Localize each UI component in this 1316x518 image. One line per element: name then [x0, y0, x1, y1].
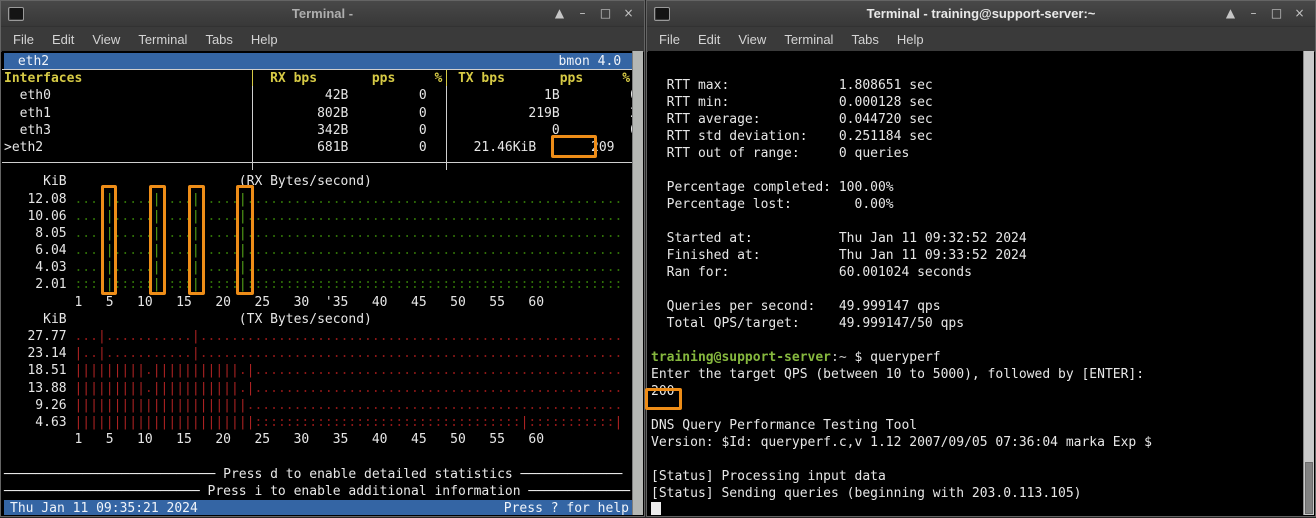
menu-item-terminal[interactable]: Terminal — [777, 30, 840, 49]
rx-graph-row: 10.06 ....|.....|....|.....|............… — [4, 208, 632, 225]
hint-line: ───────────────────────── Press i to ena… — [4, 483, 632, 500]
scrollbar-thumb[interactable] — [1305, 462, 1313, 514]
maximize-button[interactable]: □ — [594, 1, 617, 26]
blank-line — [651, 400, 1303, 417]
rx-graph-row: 6.04 ....|.....|....|.....|.............… — [4, 242, 632, 259]
tx-graph-axis: 1 5 10 15 20 25 30 35 40 45 50 55 60 — [4, 431, 632, 448]
terminal-icon — [654, 7, 670, 21]
statusbar-text-left: eth2 — [10, 53, 49, 70]
blank-line — [651, 332, 1303, 349]
rx-graph-title: KiB (RX Bytes/second) — [4, 173, 632, 190]
status-processing-line: [Status] Processing input data — [651, 468, 1303, 485]
minimize-button[interactable]: – — [571, 1, 594, 26]
tx-graph-row: 23.14 |..|...........|..................… — [4, 345, 632, 362]
titlebar[interactable]: Terminal - ▲–□× — [1, 1, 644, 26]
rx-graph-axis: 1 5 10 15 20 25 30 '35 40 45 50 55 60 — [4, 294, 632, 311]
blank-line — [4, 448, 632, 465]
cursor-line — [651, 502, 1303, 515]
tx-graph-title: KiB (TX Bytes/second) — [4, 311, 632, 328]
close-button[interactable]: × — [1288, 1, 1311, 26]
rx-graph-row: 12.08 ....|.....|....|.....|............… — [4, 191, 632, 208]
qps-line: Queries per second: 49.999147 qps — [651, 298, 1303, 315]
rtt-max-line: RTT max: 1.808651 sec — [651, 77, 1303, 94]
enter-qps-line: Enter the target QPS (between 10 to 5000… — [651, 366, 1303, 383]
menu-item-edit[interactable]: Edit — [691, 30, 727, 49]
bmon-header-bar: eth2 bmon 4.0 — [4, 53, 632, 70]
tx-graph-row: 18.51 |||||||||.|||||||||||.|...........… — [4, 362, 632, 379]
menu-item-view[interactable]: View — [85, 30, 127, 49]
window-controls: ▲–□× — [548, 1, 644, 26]
ran-for-line: Ran for: 60.001024 seconds — [651, 264, 1303, 281]
qps-value-line: 200 — [651, 383, 1303, 400]
menu-item-terminal[interactable]: Terminal — [131, 30, 194, 49]
bmon-row-eth2: >eth2 681B 0 21.46KiB 209 — [4, 139, 632, 156]
rtt-stddev-line: RTT std deviation: 0.251184 sec — [651, 128, 1303, 145]
desktop: { "left_window": { "title": "Terminal -"… — [0, 0, 1316, 518]
menubar: FileEditViewTerminalTabs Help — [647, 26, 1315, 52]
rtt-range-line: RTT out of range: 0 queries — [651, 145, 1303, 162]
menu-item-edit[interactable]: Edit — [45, 30, 81, 49]
menu-item-tabs[interactable]: Tabs — [844, 30, 885, 49]
bmon-table-header: Interfaces RX bps pps % TX bps pps % — [4, 70, 632, 87]
shade-button[interactable]: ▲ — [1219, 1, 1242, 26]
menu-item-tabs[interactable]: Tabs — [198, 30, 239, 49]
blank-line — [651, 281, 1303, 298]
blank-line — [651, 213, 1303, 230]
window-title: Terminal - training@support-server:~ — [647, 6, 1315, 21]
terminal-window-queryperf: Terminal - training@support-server:~ ▲–□… — [646, 0, 1316, 517]
started-at-line: Started at: Thu Jan 11 09:32:52 2024 — [651, 230, 1303, 247]
menubar: FileEditViewTerminalTabs Help — [1, 26, 644, 52]
finished-at-line: Finished at: Thu Jan 11 09:33:52 2024 — [651, 247, 1303, 264]
menu-item-file[interactable]: File — [652, 30, 687, 49]
menu-item-file[interactable]: File — [6, 30, 41, 49]
pct-completed-line: Percentage completed: 100.00% — [651, 179, 1303, 196]
status-sending-line: [Status] Sending queries (beginning with… — [651, 485, 1303, 502]
bmon-row-eth0: eth0 42B 0 1B 0 — [4, 87, 632, 104]
terminal-window-bmon: Terminal - ▲–□× FileEditViewTerminalTabs… — [0, 0, 645, 517]
menu-item-view[interactable]: View — [731, 30, 773, 49]
close-button[interactable]: × — [617, 1, 640, 26]
terminal-icon — [8, 7, 24, 21]
blank-line — [651, 162, 1303, 179]
tx-graph-row: 9.26 ||||||||||||||||||||||.............… — [4, 397, 632, 414]
queryperf-screen[interactable]: RTT max: 1.808651 sec RTT min: 0.000128 … — [648, 51, 1303, 515]
tx-graph-row: 4.63 |||||||||||||||||||||||::::::::::::… — [4, 414, 632, 431]
pct-lost-line: Percentage lost: 0.00% — [651, 196, 1303, 213]
window-controls: ▲–□× — [1219, 1, 1315, 26]
qps-target-line: Total QPS/target: 49.999147/50 qps — [651, 315, 1303, 332]
tool-version-line: Version: $Id: queryperf.c,v 1.12 2007/09… — [651, 434, 1303, 451]
maximize-button[interactable]: □ — [1265, 1, 1288, 26]
tx-graph-row: 13.88 |||||||||.|||||||||||.|...........… — [4, 380, 632, 397]
rtt-min-line: RTT min: 0.000128 sec — [651, 94, 1303, 111]
bmon-status-bar: Thu Jan 11 09:35:21 2024 Press ? for help — [4, 500, 632, 515]
titlebar[interactable]: Terminal - training@support-server:~ ▲–□… — [647, 1, 1315, 26]
bmon-screen[interactable]: eth2 bmon 4.0 Interfaces RX bps pps % TX … — [2, 51, 632, 515]
bmon-row-eth3: eth3 342B 0 0 0 — [4, 122, 632, 139]
statusbar-text-right: bmon 4.0 — [559, 53, 629, 70]
statusbar-text-left: Thu Jan 11 09:35:21 2024 — [10, 500, 198, 515]
blank-line — [651, 451, 1303, 468]
minimize-button[interactable]: – — [1242, 1, 1265, 26]
menu-item-help[interactable]: Help — [890, 30, 931, 49]
shade-button[interactable]: ▲ — [548, 1, 571, 26]
tx-graph-row: 27.77 ...|...........|..................… — [4, 328, 632, 345]
menu-item-help[interactable]: Help — [244, 30, 285, 49]
blank-line — [651, 60, 1303, 77]
tool-title-line: DNS Query Performance Testing Tool — [651, 417, 1303, 434]
prompt-line: training@support-server:~ $ queryperf — [651, 349, 1303, 366]
statusbar-text-right: Press ? for help — [504, 500, 629, 515]
scrollbar[interactable] — [632, 51, 643, 515]
rx-graph-row: 4.03 ....|.....|....|.....|.............… — [4, 259, 632, 276]
rtt-average-line: RTT average: 0.044720 sec — [651, 111, 1303, 128]
rx-graph-row: 8.05 ....|.....|....|.....|.............… — [4, 225, 632, 242]
hint-line: ─────────────────────────── Press d to e… — [4, 466, 632, 483]
scrollbar[interactable] — [1303, 51, 1314, 515]
bmon-row-eth1: eth1 802B 0 219B 2 — [4, 105, 632, 122]
rx-graph-row: 2.01 ::::|:::::|::::|:::::|:::::::::::::… — [4, 276, 632, 293]
bmon-separator-row — [4, 156, 632, 173]
